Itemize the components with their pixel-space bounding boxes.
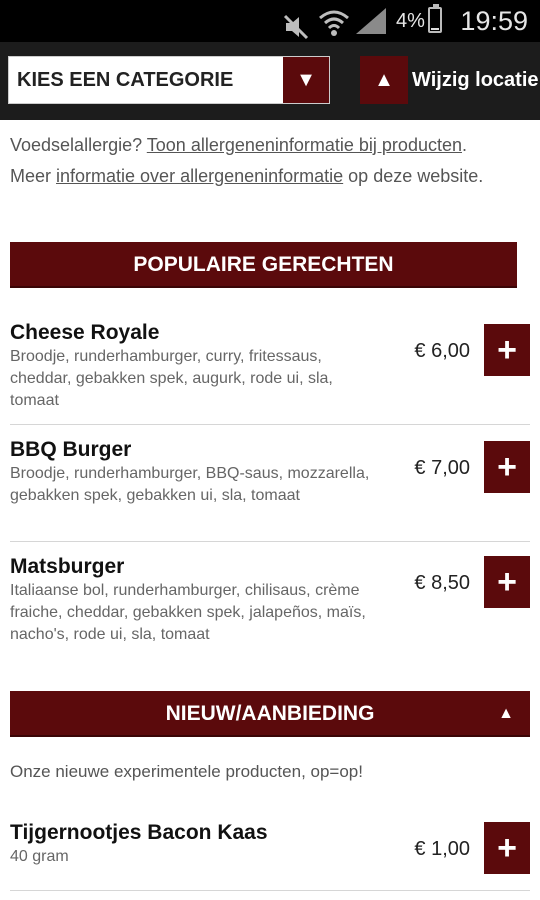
- allergy-info: Voedselallergie? Toon allergeneninformat…: [10, 130, 530, 192]
- divider: [10, 424, 530, 425]
- section-title: NIEUW/AANBIEDING: [165, 702, 375, 725]
- section-intro: Onze nieuwe experimentele producten, op=…: [10, 762, 363, 781]
- divider: [10, 541, 530, 542]
- add-to-cart-button[interactable]: +: [484, 822, 530, 874]
- wifi-icon: [318, 2, 350, 44]
- category-select-label: KIES EEN CATEGORIE: [17, 69, 234, 91]
- product-description: Broodje, runderhamburger, curry, fritess…: [10, 348, 333, 409]
- product-price: € 8,50: [414, 572, 470, 594]
- allergy-info-text: Voedselallergie?: [10, 135, 147, 155]
- chevron-down-icon[interactable]: ▼: [283, 57, 329, 103]
- chevron-up-icon[interactable]: ▲: [498, 691, 514, 737]
- product-description: Broodje, runderhamburger, BBQ-saus, mozz…: [10, 465, 370, 504]
- show-allergen-info-link[interactable]: Toon allergeneninformatie bij producten: [147, 135, 462, 155]
- signal-icon: [356, 8, 386, 34]
- product-price: € 1,00: [414, 838, 470, 860]
- battery-icon: [428, 4, 442, 33]
- app-header: KIES EEN CATEGORIE ▼ ▲ Wijzig locatie: [0, 42, 540, 120]
- section-header-popular[interactable]: POPULAIRE GERECHTEN: [10, 242, 517, 288]
- product-price: € 6,00: [414, 340, 470, 362]
- category-select[interactable]: KIES EEN CATEGORIE ▼: [8, 56, 330, 104]
- allergen-info-link[interactable]: informatie over allergeneninformatie: [56, 166, 343, 186]
- status-bar: 4% 19:59: [0, 0, 540, 42]
- chevron-up-icon[interactable]: ▲: [360, 56, 408, 104]
- product-description: 40 gram: [10, 848, 69, 865]
- product-description: Italiaanse bol, runderhamburger, chilisa…: [10, 582, 366, 643]
- battery-percent: 4%: [396, 9, 425, 32]
- change-location-button[interactable]: Wijzig locatie: [412, 56, 539, 104]
- add-to-cart-button[interactable]: +: [484, 324, 530, 376]
- clock: 19:59: [460, 5, 528, 36]
- list-item: BBQ Burger Broodje, runderhamburger, BBQ…: [10, 437, 530, 507]
- list-item: Tijgernootjes Bacon Kaas 40 gram € 1,00 …: [10, 820, 530, 874]
- allergy-more-suffix: op deze website.: [343, 166, 484, 186]
- product-price: € 7,00: [414, 457, 470, 479]
- section-header-new-offer[interactable]: NIEUW/AANBIEDING ▲: [10, 691, 530, 737]
- list-item: Cheese Royale Broodje, runderhamburger, …: [10, 320, 530, 412]
- allergy-info-period: .: [461, 135, 467, 155]
- add-to-cart-button[interactable]: +: [484, 556, 530, 608]
- list-item: Matsburger Italiaanse bol, runderhamburg…: [10, 554, 530, 646]
- add-to-cart-button[interactable]: +: [484, 441, 530, 493]
- divider: [10, 890, 530, 891]
- allergy-more-text: Meer: [10, 166, 57, 186]
